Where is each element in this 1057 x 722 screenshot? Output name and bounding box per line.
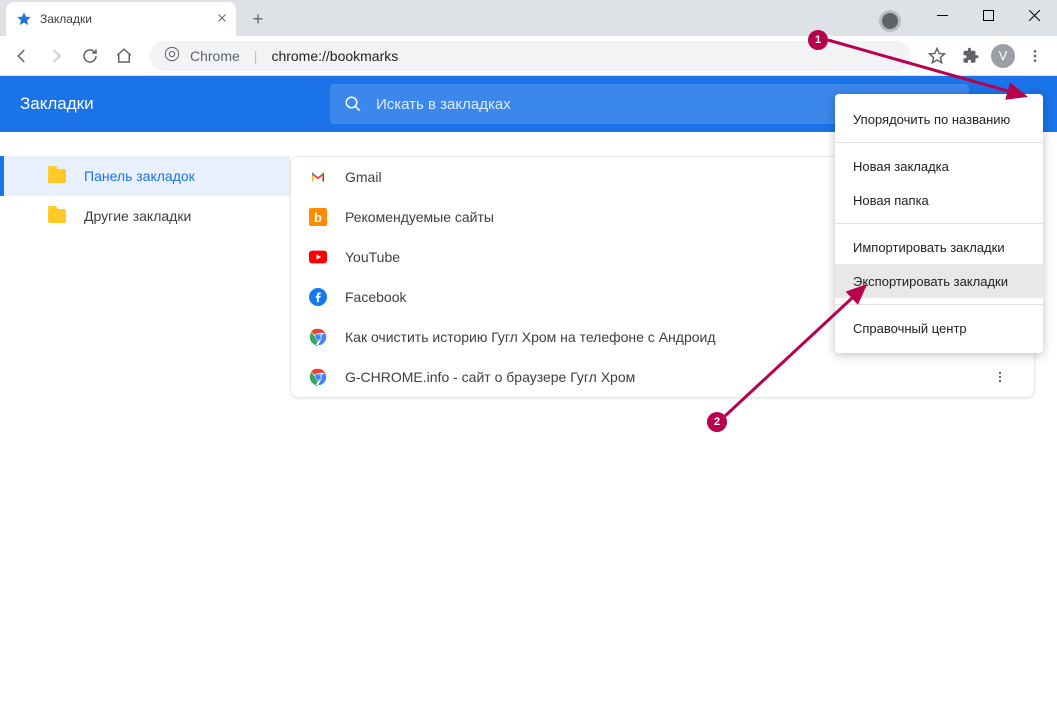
account-indicator-icon[interactable] bbox=[879, 10, 901, 32]
menu-import-bookmarks[interactable]: Импортировать закладки bbox=[835, 230, 1043, 264]
chrome-icon bbox=[309, 368, 327, 386]
new-tab-button[interactable]: + bbox=[244, 5, 272, 33]
chrome-icon bbox=[164, 46, 180, 65]
maximize-button[interactable] bbox=[965, 0, 1011, 30]
menu-separator bbox=[835, 142, 1043, 143]
chrome-menu-button[interactable] bbox=[1021, 42, 1049, 70]
menu-item-label: Импортировать закладки bbox=[853, 240, 1005, 255]
bookmark-row[interactable]: G-CHROME.info - сайт о браузере Гугл Хро… bbox=[291, 357, 1034, 397]
close-window-button[interactable] bbox=[1011, 0, 1057, 30]
home-button[interactable] bbox=[110, 42, 138, 70]
sidebar-item-label: Другие закладки bbox=[84, 208, 191, 224]
profile-avatar[interactable]: V bbox=[991, 44, 1015, 68]
gmail-icon bbox=[309, 168, 327, 186]
menu-help-center[interactable]: Справочный центр bbox=[835, 311, 1043, 345]
menu-separator bbox=[835, 223, 1043, 224]
browser-toolbar: Chrome | chrome://bookmarks V bbox=[0, 36, 1057, 76]
menu-separator bbox=[835, 304, 1043, 305]
menu-item-label: Экспортировать закладки bbox=[853, 274, 1008, 289]
sidebar-item-other-bookmarks[interactable]: Другие закладки bbox=[0, 196, 290, 236]
menu-new-bookmark[interactable]: Новая закладка bbox=[835, 149, 1043, 183]
annotation-marker-2: 2 bbox=[707, 412, 727, 432]
extensions-button[interactable] bbox=[957, 42, 985, 70]
menu-export-bookmarks[interactable]: Экспортировать закладки bbox=[835, 264, 1043, 298]
bing-icon: b bbox=[309, 208, 327, 226]
menu-item-label: Справочный центр bbox=[853, 321, 967, 336]
folder-icon bbox=[48, 169, 66, 183]
row-menu-button[interactable] bbox=[984, 361, 1016, 393]
sidebar-item-label: Панель закладок bbox=[84, 168, 195, 184]
bookmark-title: Как очистить историю Гугл Хром на телефо… bbox=[345, 329, 716, 345]
url-text: chrome://bookmarks bbox=[271, 48, 398, 64]
window-titlebar: Закладки + bbox=[0, 0, 1057, 36]
forward-button[interactable] bbox=[42, 42, 70, 70]
menu-new-folder[interactable]: Новая папка bbox=[835, 183, 1043, 217]
menu-item-label: Новая закладка bbox=[853, 159, 949, 174]
menu-sort-by-name[interactable]: Упорядочить по названию bbox=[835, 102, 1043, 136]
folder-icon bbox=[48, 209, 66, 223]
star-icon bbox=[16, 11, 32, 27]
bookmark-title: G-CHROME.info - сайт о браузере Гугл Хро… bbox=[345, 369, 635, 385]
browser-tab[interactable]: Закладки bbox=[6, 2, 236, 36]
avatar-letter: V bbox=[999, 48, 1008, 63]
facebook-icon bbox=[309, 288, 327, 306]
sidebar: Панель закладок Другие закладки bbox=[0, 132, 290, 722]
minimize-button[interactable] bbox=[919, 0, 965, 30]
organize-dropdown: Упорядочить по названию Новая закладка Н… bbox=[835, 94, 1043, 353]
tab-title: Закладки bbox=[40, 12, 92, 26]
window-controls bbox=[879, 0, 1057, 32]
menu-item-label: Новая папка bbox=[853, 193, 929, 208]
bookmark-title: Рекомендуемые сайты bbox=[345, 209, 494, 225]
scheme-label: Chrome bbox=[190, 48, 240, 64]
separator: | bbox=[254, 48, 258, 64]
close-tab-icon[interactable] bbox=[216, 11, 228, 27]
sidebar-item-bookmark-bar[interactable]: Панель закладок bbox=[0, 156, 290, 196]
reload-button[interactable] bbox=[76, 42, 104, 70]
bookmark-title: Gmail bbox=[345, 169, 382, 185]
menu-item-label: Упорядочить по названию bbox=[853, 112, 1010, 127]
search-icon bbox=[344, 95, 362, 113]
bookmark-star-button[interactable] bbox=[923, 42, 951, 70]
back-button[interactable] bbox=[8, 42, 36, 70]
annotation-marker-1: 1 bbox=[808, 30, 828, 50]
bookmark-title: Facebook bbox=[345, 289, 406, 305]
page-title: Закладки bbox=[20, 94, 310, 114]
bookmark-title: YouTube bbox=[345, 249, 400, 265]
youtube-icon bbox=[309, 248, 327, 266]
address-bar[interactable]: Chrome | chrome://bookmarks bbox=[150, 41, 911, 71]
chrome-icon bbox=[309, 328, 327, 346]
